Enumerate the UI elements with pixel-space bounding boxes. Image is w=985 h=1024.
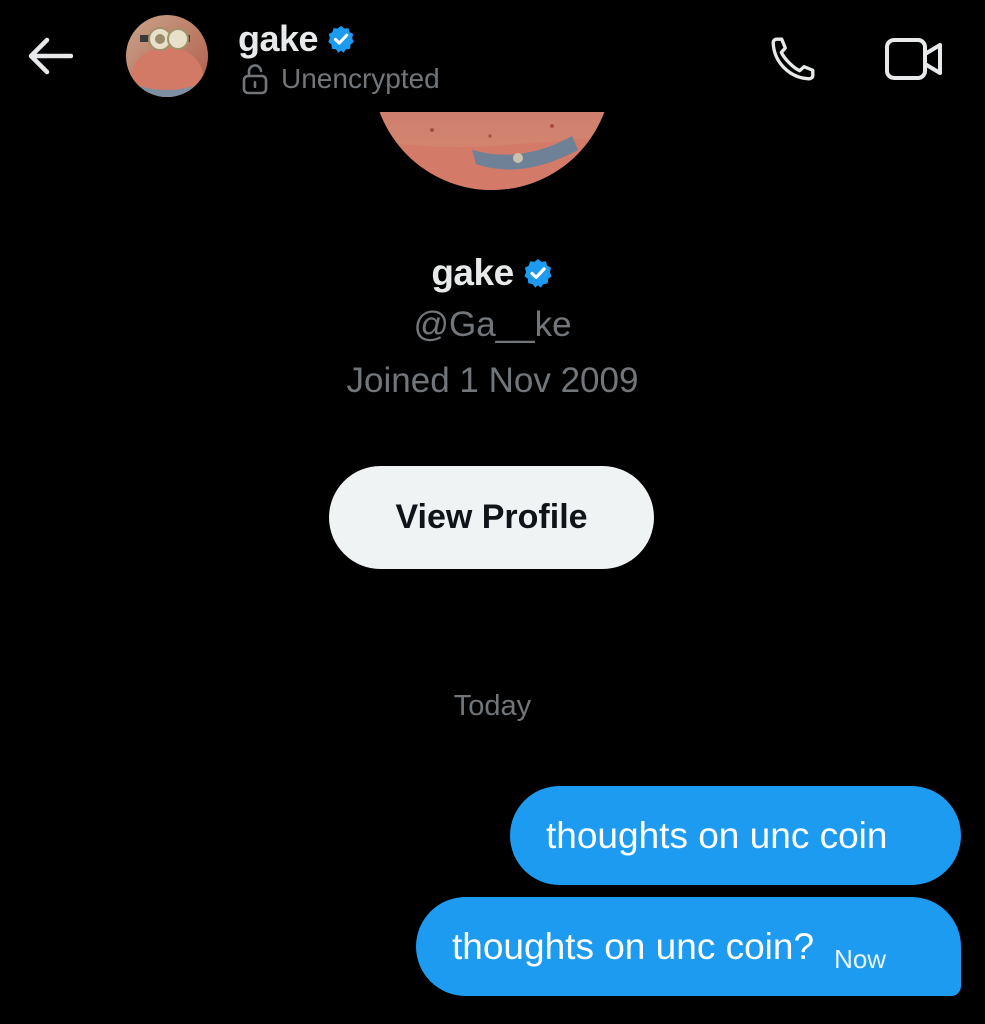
header-name-row[interactable]: gake	[238, 16, 356, 62]
view-profile-button[interactable]: View Profile	[329, 466, 654, 569]
profile-avatar-image	[372, 112, 612, 190]
profile-name: gake	[431, 252, 514, 293]
profile-avatar-container	[372, 112, 612, 190]
message-timestamp: Now	[834, 944, 887, 974]
encryption-status: Unencrypted	[241, 61, 440, 97]
header-title: gake	[238, 18, 319, 59]
profile-name-row: gake	[0, 248, 985, 298]
back-button[interactable]	[24, 30, 76, 82]
video-camera-icon	[885, 38, 942, 80]
message-bubble[interactable]: thoughts on unc coin? Now	[416, 897, 961, 996]
verified-badge-icon	[522, 257, 554, 289]
phone-icon	[771, 37, 815, 81]
profile-handle: @Ga__ke	[413, 305, 572, 344]
encryption-status-label: Unencrypted	[281, 63, 440, 94]
video-call-button[interactable]	[882, 30, 946, 88]
unlocked-icon	[242, 64, 268, 95]
call-button[interactable]	[764, 30, 822, 88]
arrow-left-icon	[28, 37, 73, 75]
avatar-image	[126, 15, 208, 97]
message-text: thoughts on unc coin?	[452, 925, 815, 967]
verified-badge-icon	[326, 24, 356, 54]
conversation-header: gake Unencrypted	[0, 0, 985, 112]
message-text: thoughts on unc coin	[546, 814, 888, 856]
profile-avatar[interactable]	[372, 112, 612, 190]
message-bubble[interactable]: thoughts on unc coin	[510, 786, 961, 885]
avatar[interactable]	[126, 15, 208, 97]
profile-joined-date: Joined 1 Nov 2009	[346, 361, 639, 400]
date-divider: Today	[453, 690, 532, 722]
